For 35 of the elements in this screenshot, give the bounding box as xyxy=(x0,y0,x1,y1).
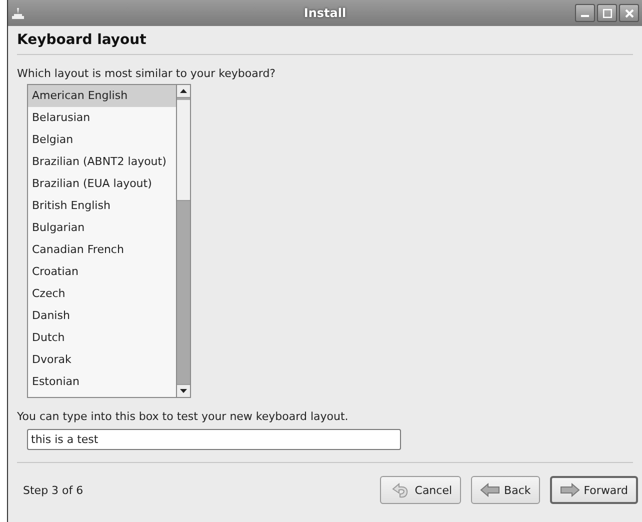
forward-button[interactable]: Forward xyxy=(550,476,638,504)
close-button[interactable] xyxy=(619,4,639,22)
maximize-icon xyxy=(602,8,612,18)
scroll-thumb[interactable] xyxy=(177,100,190,201)
maximize-button[interactable] xyxy=(597,4,617,22)
scrollbar[interactable] xyxy=(177,84,191,398)
app-icon xyxy=(11,6,25,20)
scroll-up-icon[interactable] xyxy=(180,89,187,93)
layout-item[interactable]: Dvorak xyxy=(28,349,176,371)
window-title: Install xyxy=(304,6,346,20)
layout-item[interactable]: American English xyxy=(28,85,176,107)
cancel-button[interactable]: Cancel xyxy=(380,476,462,504)
layout-item[interactable]: Bulgarian xyxy=(28,217,176,239)
left-arrow-icon xyxy=(480,483,500,497)
layout-item[interactable]: Canadian French xyxy=(28,239,176,261)
layout-item[interactable]: Brazilian (EUA layout) xyxy=(28,173,176,195)
layout-item[interactable]: Czech xyxy=(28,283,176,305)
layout-item[interactable]: Dutch xyxy=(28,327,176,349)
question-label: Which layout is most similar to your keyboard? xyxy=(17,67,276,80)
right-arrow-icon xyxy=(560,483,580,497)
scroll-down-icon[interactable] xyxy=(180,389,187,393)
test-hint-label: You can type into this box to test your new keyboard layout. xyxy=(17,410,348,423)
layout-item[interactable]: Croatian xyxy=(28,261,176,283)
minimize-button[interactable] xyxy=(575,4,595,22)
back-button[interactable]: Back xyxy=(471,476,540,504)
close-icon xyxy=(624,8,634,18)
layout-item[interactable]: Danish xyxy=(28,305,176,327)
test-input-field[interactable]: this is a test xyxy=(27,429,401,450)
layout-item[interactable]: British English xyxy=(28,195,176,217)
step-label: Step 3 of 6 xyxy=(23,484,84,496)
layout-item[interactable]: Belgian xyxy=(28,129,176,151)
layout-item[interactable]: Estonian xyxy=(28,371,176,393)
layout-item[interactable]: Belarusian xyxy=(28,107,176,129)
page-heading: Keyboard layout xyxy=(17,32,146,48)
layout-item[interactable]: Brazilian (ABNT2 layout) xyxy=(28,151,176,173)
